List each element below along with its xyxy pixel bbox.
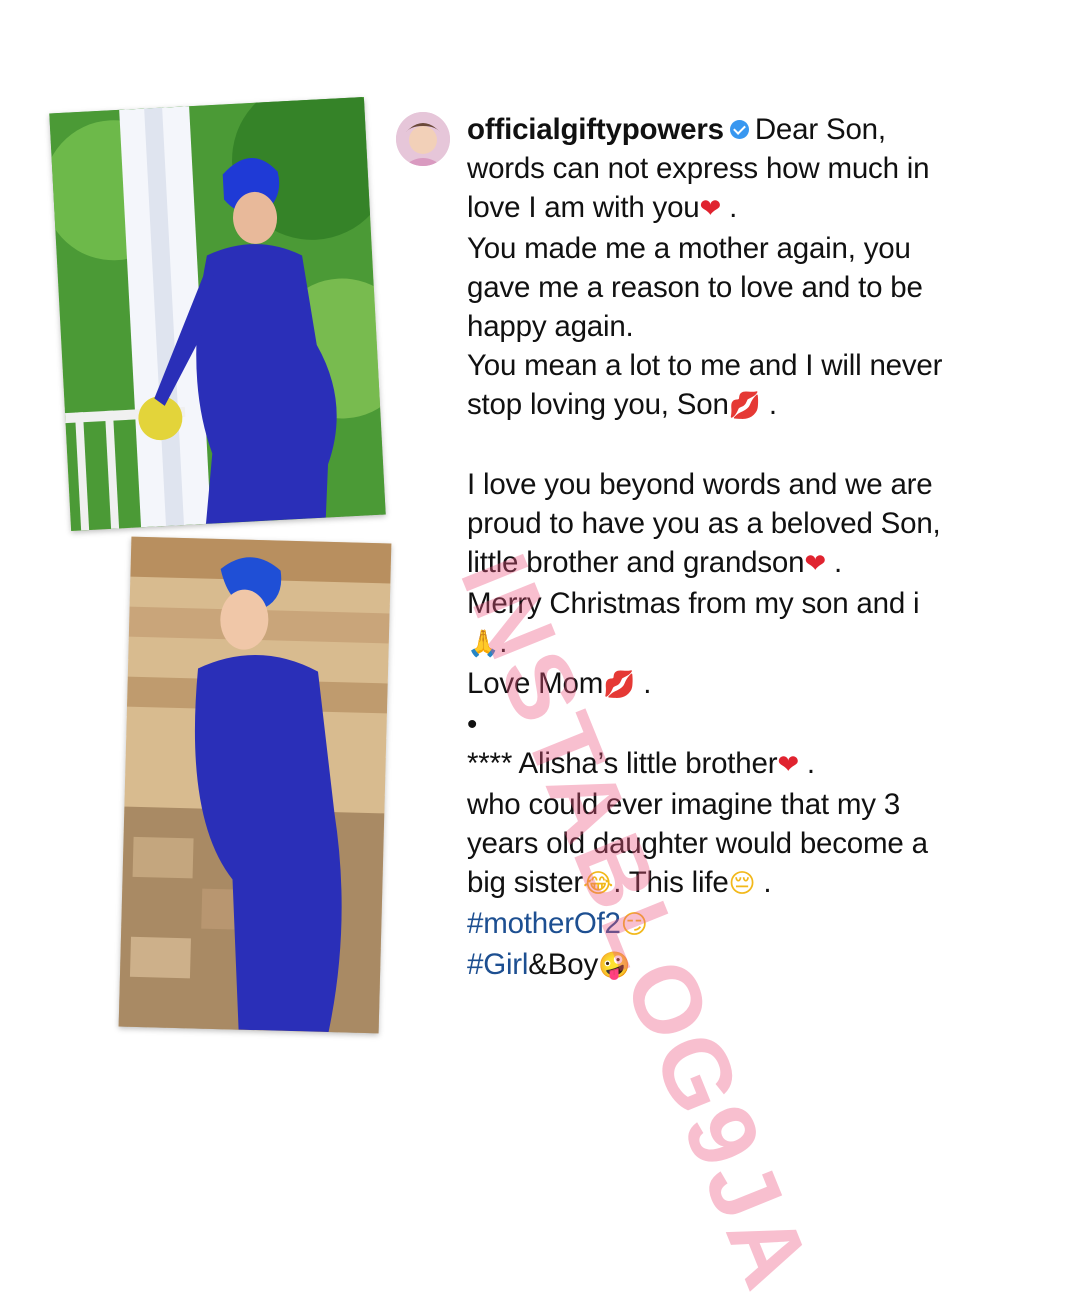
kiss-emoji-icon: 💋 xyxy=(728,391,761,421)
caption-text: . This life xyxy=(613,866,729,899)
caption-text: You made me a mother again, you xyxy=(467,232,911,265)
caption-line: You made me a mother again, you xyxy=(467,229,1047,268)
caption-text: You mean a lot to me and I will never xyxy=(467,349,943,382)
caption-line: 🙏. xyxy=(467,623,1047,664)
caption-text: . xyxy=(499,626,508,659)
caption-line: **** Alisha’s little brother❤ . xyxy=(467,744,1047,785)
caption-text: . xyxy=(760,388,777,421)
caption-text: Dear Son, xyxy=(754,113,886,146)
caption-text: proud to have you as a beloved Son, xyxy=(467,507,941,540)
face-emoji-icon: 😔 xyxy=(728,869,756,899)
heart-emoji-icon: ❤ xyxy=(699,194,722,224)
kiss-emoji-icon: 💋 xyxy=(603,670,636,700)
caption-line: big sister😂. This life😔 . xyxy=(467,863,1047,904)
caption-text: years old daughter would become a xyxy=(467,827,928,860)
face-emoji-icon: 😏 xyxy=(620,910,648,940)
photo-bottom xyxy=(118,536,392,1034)
caption-text: gave me a reason to love and to be xyxy=(467,271,923,304)
caption-text: little brother and grandson xyxy=(467,546,805,579)
woman-in-blue-dress-seated-image xyxy=(118,536,392,1034)
caption-line: little brother and grandson❤ . xyxy=(467,543,1047,584)
avatar-icon xyxy=(396,112,450,166)
caption-line: You mean a lot to me and I will never xyxy=(467,346,1047,385)
caption-line: Merry Christmas from my son and i xyxy=(467,584,1047,623)
caption-text: Merry Christmas from my son and i xyxy=(467,587,920,620)
caption-line: happy again. xyxy=(467,307,1047,346)
caption-text: stop loving you, Son xyxy=(467,388,729,421)
caption-text: love I am with you xyxy=(467,191,700,224)
caption-line: years old daughter would become a xyxy=(467,824,1047,863)
caption-line: • xyxy=(467,705,1047,744)
profile-avatar[interactable] xyxy=(396,112,450,166)
caption-line: love I am with you❤ . xyxy=(467,188,1047,229)
caption-text: • xyxy=(467,708,478,741)
caption-text: . xyxy=(755,866,772,899)
hashtag-link[interactable]: #Girl xyxy=(467,948,528,981)
caption-text: &Boy xyxy=(528,948,599,981)
caption-text: . xyxy=(635,667,652,700)
caption-text: happy again. xyxy=(467,310,634,343)
caption-line: Love Mom💋 . xyxy=(467,664,1047,705)
caption-text: who could ever imagine that my 3 xyxy=(467,788,901,821)
caption-text: Love Mom xyxy=(467,667,604,700)
pray-emoji-icon: 🙏 xyxy=(467,629,500,659)
face-emoji-icon: 🤪 xyxy=(598,951,631,981)
caption-text: . xyxy=(825,546,842,579)
caption-line: officialgiftypowers Dear Son, xyxy=(467,110,1047,149)
username-link[interactable]: officialgiftypowers xyxy=(467,113,724,146)
caption-line: #Girl&Boy🤪 xyxy=(467,945,1047,986)
caption-line: proud to have you as a beloved Son, xyxy=(467,504,1047,543)
caption-line: I love you beyond words and we are xyxy=(467,465,1047,504)
caption-text: . xyxy=(721,191,738,224)
caption-line: words can not express how much in xyxy=(467,149,1047,188)
caption-line: who could ever imagine that my 3 xyxy=(467,785,1047,824)
heart-emoji-icon: ❤ xyxy=(777,750,799,780)
hashtag-link[interactable]: #motherOf2 xyxy=(467,907,621,940)
photo-top xyxy=(49,97,386,531)
caption-line: gave me a reason to love and to be xyxy=(467,268,1047,307)
caption-line: #motherOf2😏 xyxy=(467,904,1047,945)
caption-line: stop loving you, Son💋 . xyxy=(467,385,1047,426)
face-emoji-icon: 😂 xyxy=(583,869,614,899)
caption-text: words can not express how much in xyxy=(467,152,930,185)
caption-text: I love you beyond words and we are xyxy=(467,468,933,501)
post-caption: officialgiftypowers Dear Son, words can no… xyxy=(467,110,1047,986)
heart-emoji-icon: ❤ xyxy=(804,549,826,579)
woman-in-blue-dress-porch-image xyxy=(49,97,386,531)
caption-text: **** Alisha’s little brother xyxy=(467,747,778,780)
caption-text: big sister xyxy=(467,866,584,899)
verified-badge-icon xyxy=(729,119,749,139)
caption-text: . xyxy=(798,747,815,780)
